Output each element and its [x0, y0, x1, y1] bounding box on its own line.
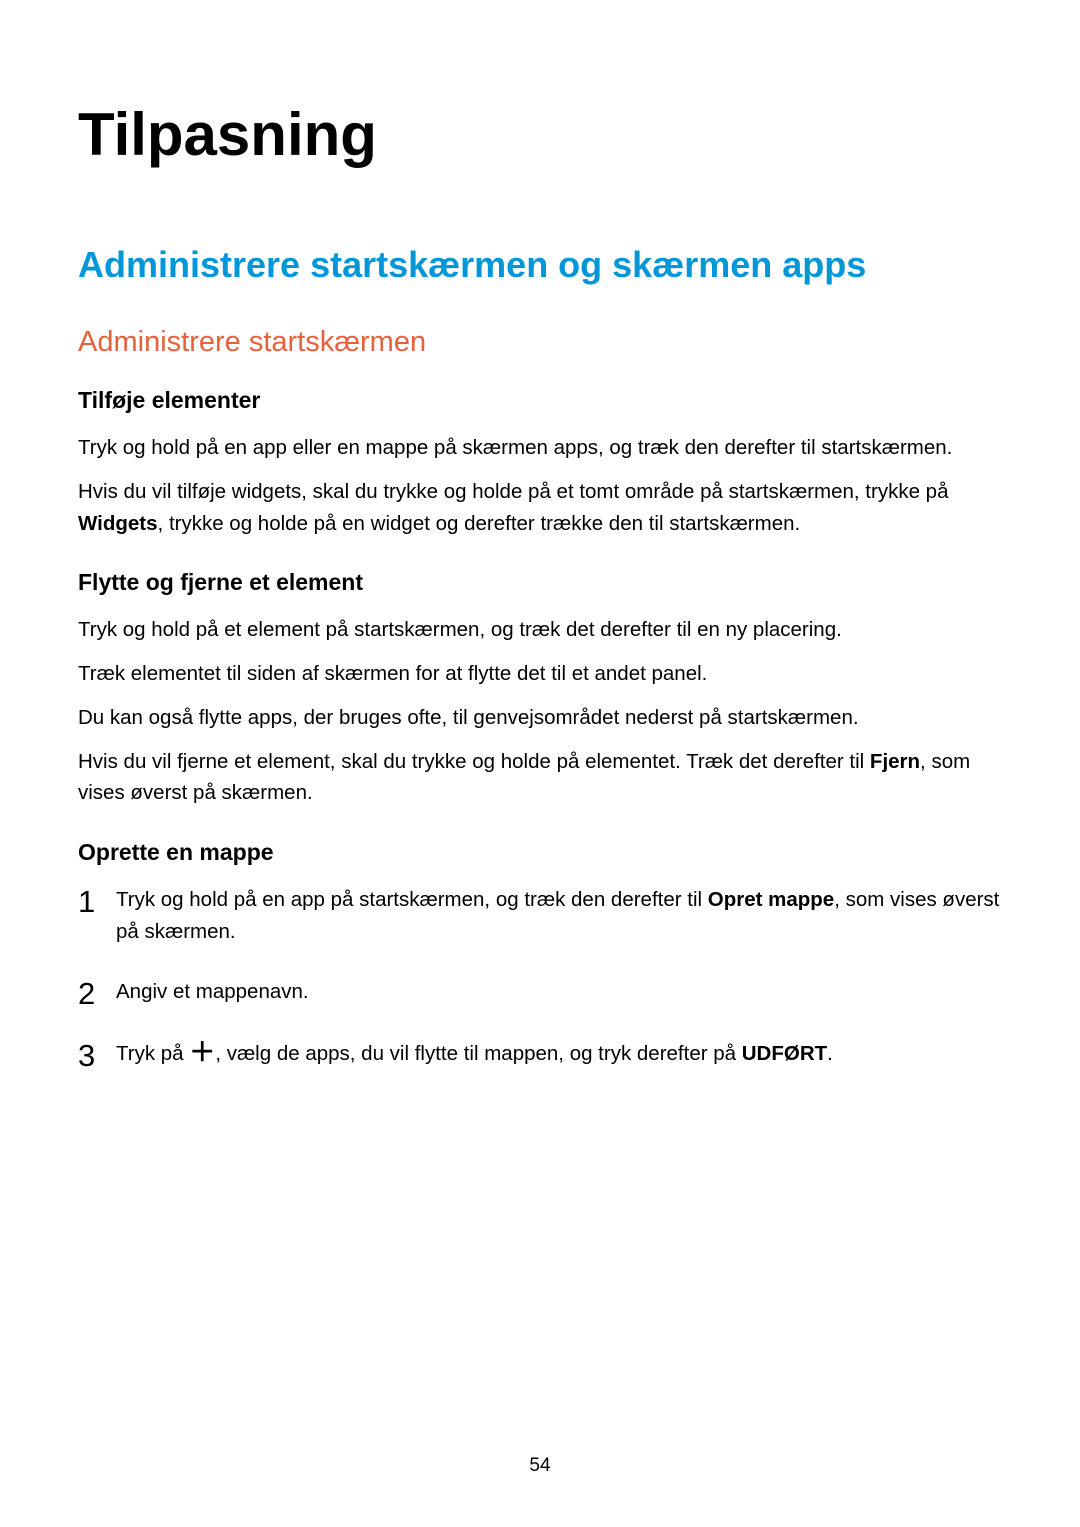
step-1: 1 Tryk og hold på en app på startskærmen…	[78, 884, 1002, 948]
text-fragment: , trykke og holde på en widget og dereft…	[158, 512, 801, 535]
main-title: Tilpasning	[78, 100, 1002, 169]
bold-udfort: UDFØRT	[742, 1042, 827, 1065]
flytte-p4: Hvis du vil fjerne et element, skal du t…	[78, 746, 1002, 810]
heading-tilfoje: Tilføje elementer	[78, 387, 1002, 414]
steps-list: 1 Tryk og hold på en app på startskærmen…	[78, 884, 1002, 1072]
flytte-p2: Træk elementet til siden af skærmen for …	[78, 658, 1002, 690]
step-number: 2	[78, 970, 95, 1018]
bold-fjern: Fjern	[870, 750, 920, 773]
tilfoje-p1: Tryk og hold på en app eller en mappe på…	[78, 432, 1002, 464]
step-number: 3	[78, 1032, 95, 1080]
text-fragment: Tryk på	[116, 1042, 189, 1065]
flytte-p1: Tryk og hold på et element på startskærm…	[78, 614, 1002, 646]
bold-widgets: Widgets	[78, 512, 158, 535]
step-number: 1	[78, 878, 95, 926]
section-title: Administrere startskærmen og skærmen app…	[78, 244, 1002, 286]
text-fragment: Angiv et mappenavn.	[116, 980, 309, 1003]
tilfoje-p2: Hvis du vil tilføje widgets, skal du try…	[78, 476, 1002, 540]
heading-oprette: Oprette en mappe	[78, 839, 1002, 866]
plus-icon: ＋	[189, 1042, 215, 1063]
page-content: Tilpasning Administrere startskærmen og …	[0, 0, 1080, 1072]
flytte-p3: Du kan også flytte apps, der bruges ofte…	[78, 702, 1002, 734]
text-fragment: Tryk og hold på en app på startskærmen, …	[116, 888, 708, 911]
step-3: 3 Tryk på ＋, vælg de apps, du vil flytte…	[78, 1038, 1002, 1072]
step-2: 2 Angiv et mappenavn.	[78, 976, 1002, 1010]
text-fragment: Hvis du vil fjerne et element, skal du t…	[78, 750, 870, 773]
text-fragment: Hvis du vil tilføje widgets, skal du try…	[78, 480, 948, 503]
heading-flytte: Flytte og fjerne et element	[78, 569, 1002, 596]
bold-opret-mappe: Opret mappe	[708, 888, 834, 911]
text-fragment: .	[827, 1042, 833, 1065]
subsection-title: Administrere startskærmen	[78, 326, 1002, 359]
page-number: 54	[0, 1455, 1080, 1477]
text-fragment: , vælg de apps, du vil flytte til mappen…	[215, 1042, 741, 1065]
